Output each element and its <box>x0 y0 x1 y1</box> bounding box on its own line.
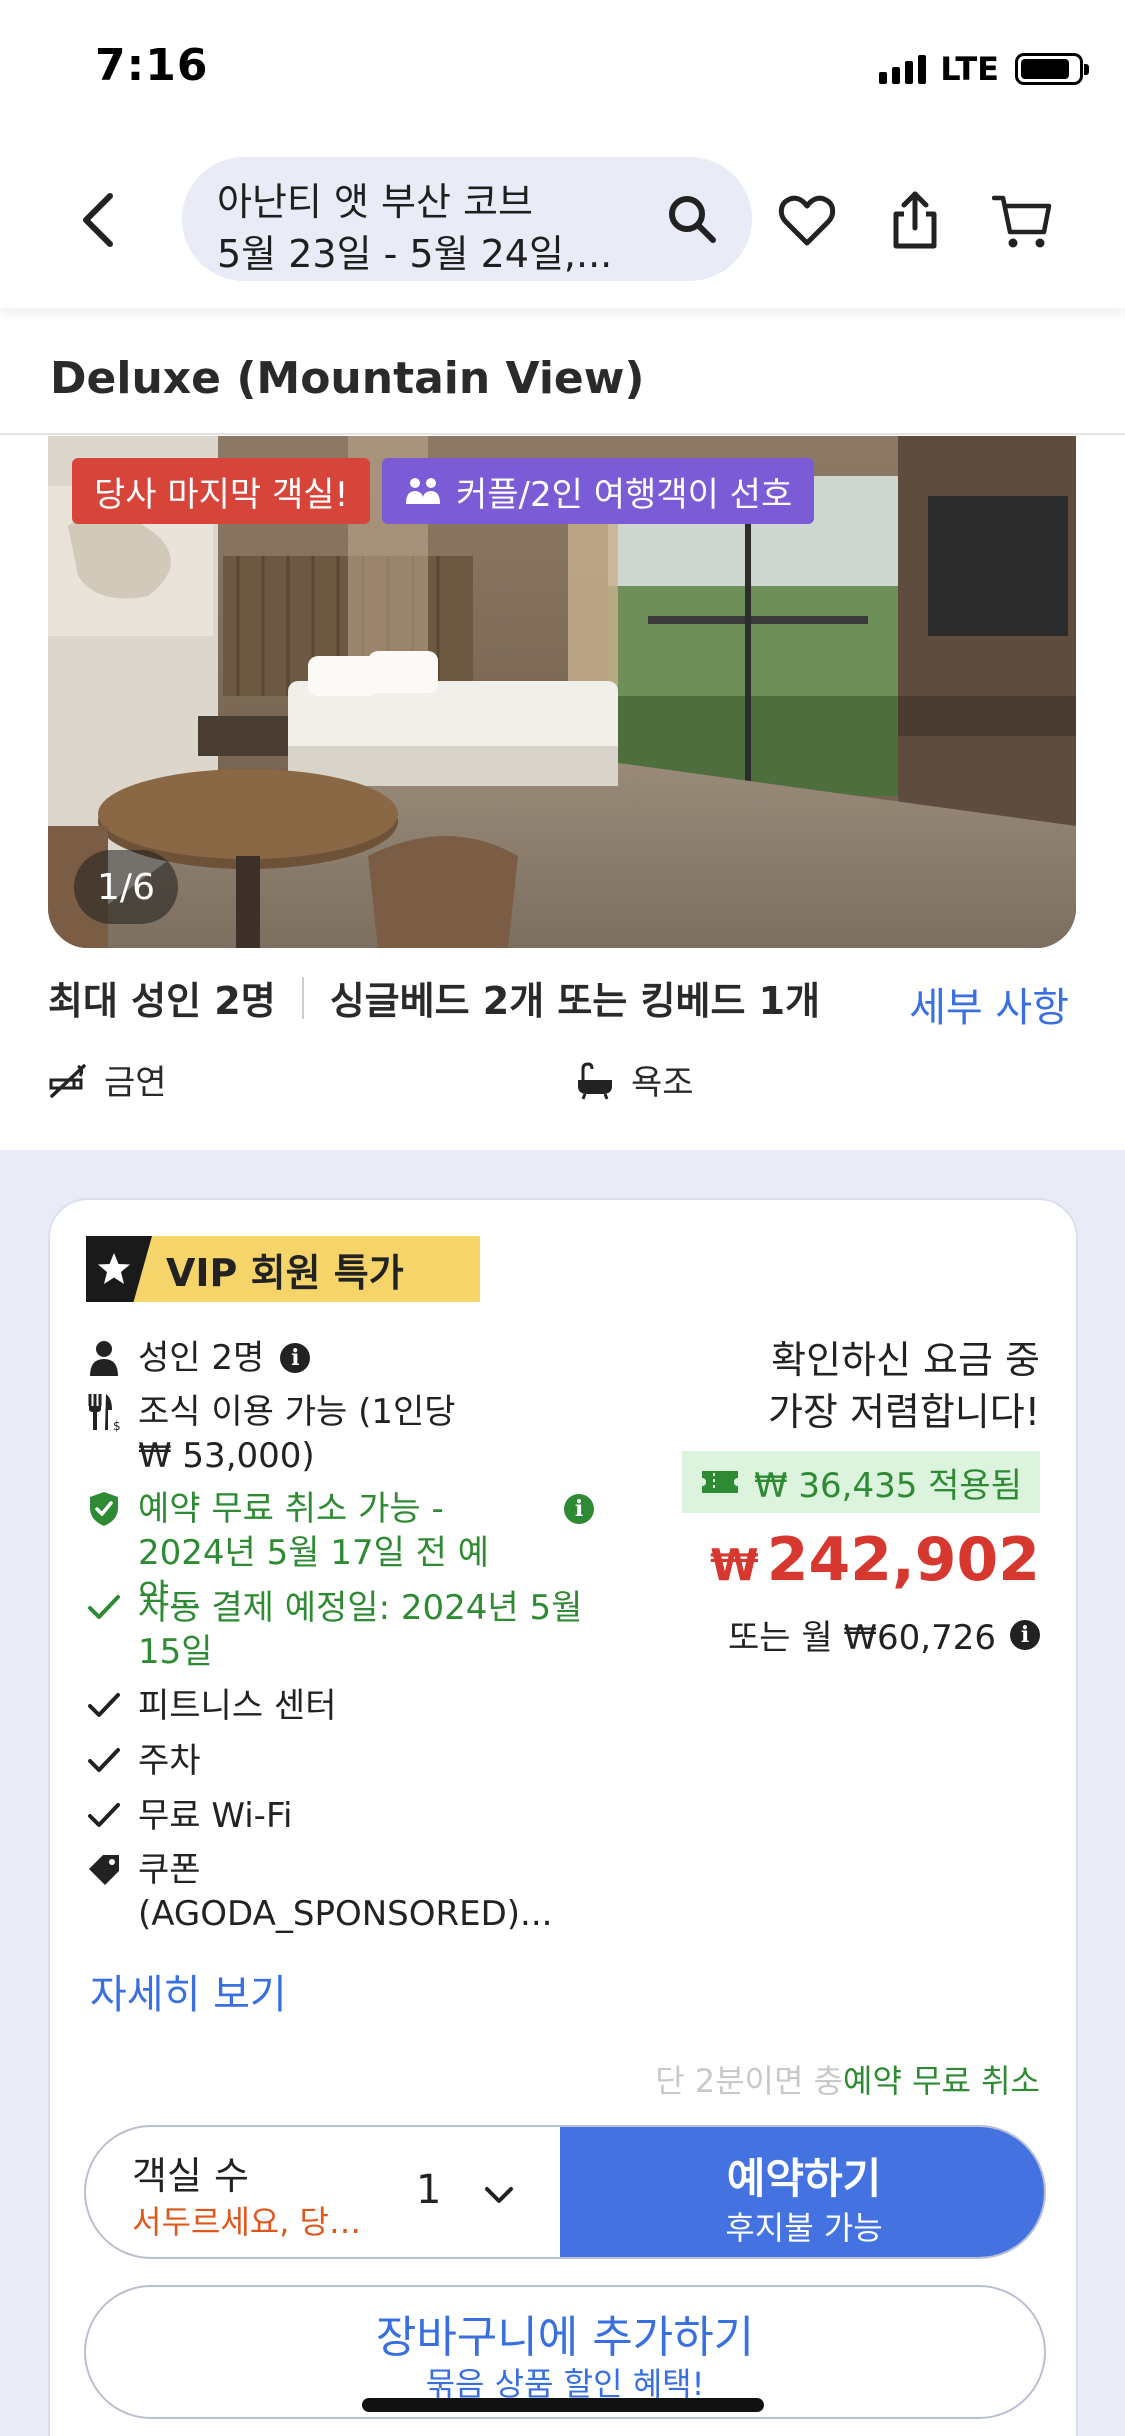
monthly-installment: 또는 월 ₩60,726 i <box>728 1610 1040 1659</box>
cancellation-ticker: 단 2분이면 충예약 무료 취소 <box>655 2056 1040 2102</box>
search-icon[interactable] <box>664 191 720 247</box>
search-summary-pill[interactable]: 아난티 앳 부산 코브 5월 23일 - 5월 24일,... <box>182 157 752 281</box>
battery-icon <box>1015 53 1089 85</box>
book-now-button[interactable]: 예약하기 후지불 가능 <box>560 2127 1044 2257</box>
discount-applied-chip: ₩ 36,435 적용됨 <box>681 1451 1040 1513</box>
price-currency: ₩ <box>710 1540 759 1591</box>
person-icon <box>90 1341 118 1376</box>
feature-auto-payment-line1: 자동 결제 예정일: 2024년 5월 <box>138 1588 583 1628</box>
amenity-no-smoking: 금연 <box>48 1055 167 1104</box>
room-count-selector[interactable]: 객실 수 서두르세요, 당신이 찾는 객실이 얼마 남지 않았어요 1 <box>86 2127 560 2257</box>
search-dates: 5월 23일 - 5월 24일,... <box>217 232 613 276</box>
heart-icon[interactable] <box>776 190 838 252</box>
signal-icon <box>879 54 927 84</box>
feature-coupon-line2: (AGODA_SPONSORED)... <box>138 1894 553 1934</box>
amenity-bathtub: 욕조 <box>575 1055 694 1104</box>
battery-level <box>1021 59 1069 79</box>
check-icon <box>88 1693 120 1717</box>
see-more-link[interactable]: 자세히 보기 <box>90 1962 287 2020</box>
feature-auto-payment: 자동 결제 예정일: 2024년 5월 15일 <box>86 1586 582 1674</box>
price: ₩242,902 <box>710 1525 1040 1595</box>
cart-icon[interactable] <box>992 190 1054 252</box>
cheapest-note-line1: 확인하신 요금 중 <box>771 1338 1040 1382</box>
divider <box>0 433 1125 435</box>
status-indicators: LTE <box>879 50 1089 88</box>
status-bar: 7:16 LTE <box>0 0 1125 140</box>
add-to-cart-label: 장바구니에 추가하기 <box>375 2312 755 2363</box>
vip-star-box <box>86 1236 152 1302</box>
booking-action-bar: 객실 수 서두르세요, 당신이 찾는 객실이 얼마 남지 않았어요 1 예약하기… <box>84 2125 1046 2259</box>
home-indicator[interactable] <box>362 2398 764 2412</box>
feature-breakfast-line2: ₩ 53,000) <box>138 1436 315 1476</box>
check-icon <box>88 1748 120 1772</box>
feature-auto-payment-line2: 15일 <box>138 1632 213 1672</box>
room-photo[interactable]: 당사 마지막 객실! 커플/2인 여행객이 선호 1/6 <box>48 436 1076 948</box>
room-count-label: 객실 수 <box>132 2154 249 2198</box>
star-icon <box>98 1253 130 1284</box>
cheapest-note-line2: 가장 저렴합니다! <box>767 1390 1040 1434</box>
network-label: LTE <box>940 50 999 88</box>
amenity-bathtub-label: 욕조 <box>631 1063 694 1103</box>
cutlery-icon: $ <box>88 1394 121 1432</box>
search-hotel-name: 아난티 앳 부산 코브 <box>217 180 533 224</box>
couple-icon <box>406 478 440 504</box>
feature-fitness: 피트니스 센터 <box>86 1684 337 1728</box>
cheapest-note: 확인하신 요금 중 가장 저렴합니다! <box>768 1334 1040 1438</box>
feature-free-cancel-line1: 예약 무료 취소 가능 - <box>138 1489 444 1529</box>
details-link[interactable]: 세부 사항 <box>909 975 1069 1033</box>
tag-icon <box>89 1855 119 1885</box>
no-smoking-icon <box>49 1063 86 1098</box>
feature-fitness-label: 피트니스 센터 <box>138 1686 337 1726</box>
scarcity-message: 서두르세요, 당신이 찾는 객실이 얼마 남지 않았어요 <box>132 2203 372 2241</box>
ticket-icon <box>701 1471 738 1493</box>
info-icon[interactable]: i <box>280 1343 311 1373</box>
couple-favorite-badge: 커플/2인 여행객이 선호 <box>382 458 815 524</box>
share-icon[interactable] <box>884 190 946 252</box>
book-now-label: 예약하기 <box>726 2154 882 2203</box>
feature-adults-label: 성인 2명 <box>138 1338 265 1378</box>
feature-breakfast-line1: 조식 이용 가능 (1인당 <box>138 1392 456 1432</box>
last-room-badge: 당사 마지막 객실! <box>72 458 371 524</box>
feature-wifi: 무료 Wi-Fi <box>86 1794 292 1838</box>
feature-parking-label: 주차 <box>138 1741 201 1781</box>
chevron-down-icon <box>485 2187 513 2203</box>
feature-coupon-line1: 쿠폰 <box>138 1850 201 1890</box>
top-nav-bar: 아난티 앳 부산 코브 5월 23일 - 5월 24일,... <box>0 140 1125 308</box>
info-icon[interactable]: i <box>564 1494 594 1524</box>
divider <box>301 976 304 1019</box>
max-guests: 최대 성인 2명 <box>48 979 276 1023</box>
feature-wifi-label: 무료 Wi-Fi <box>138 1796 293 1836</box>
room-count-value: 1 <box>416 2167 442 2213</box>
bed-options: 싱글베드 2개 또는 킹베드 1개 <box>329 979 821 1023</box>
svg-text:$: $ <box>113 1419 121 1432</box>
ticker-faded-text: 단 2분이면 충 <box>655 2062 844 2100</box>
feature-parking: 주차 <box>86 1739 201 1783</box>
offer-card: VIP 회원 특가 성인 2명 i $ 조식 이용 가능 (1인당 ₩ 53,0… <box>48 1198 1078 2436</box>
shield-check-icon <box>90 1492 118 1526</box>
room-title: Deluxe (Mountain View) <box>50 353 645 404</box>
monthly-installment-label: 또는 월 ₩60,726 <box>727 1618 996 1658</box>
vip-deal-badge: VIP 회원 특가 <box>86 1236 480 1302</box>
check-icon <box>88 1595 120 1619</box>
feature-coupon: 쿠폰 (AGODA_SPONSORED)... <box>86 1848 552 1936</box>
bathtub-icon <box>578 1061 612 1100</box>
photo-counter: 1/6 <box>74 850 178 924</box>
feature-adults: 성인 2명 i <box>86 1336 311 1380</box>
ticker-green-text: 예약 무료 취소 <box>843 2062 1040 2100</box>
couple-favorite-label: 커플/2인 여행객이 선호 <box>456 474 793 515</box>
feature-breakfast: $ 조식 이용 가능 (1인당 ₩ 53,000) <box>86 1390 456 1478</box>
room-specs: 최대 성인 2명 싱글베드 2개 또는 킹베드 1개 <box>48 970 820 1025</box>
discount-applied-label: ₩ 36,435 적용됨 <box>753 1465 1022 1506</box>
chevron-left-icon <box>83 193 113 247</box>
amenity-no-smoking-label: 금연 <box>104 1063 167 1103</box>
price-amount: 242,902 <box>766 1525 1040 1595</box>
status-time: 7:16 <box>95 40 209 91</box>
info-icon[interactable]: i <box>1010 1619 1040 1650</box>
back-button[interactable] <box>70 188 130 252</box>
pay-later-label: 후지불 가능 <box>725 2209 883 2247</box>
vip-deal-label: VIP 회원 특가 <box>166 1250 404 1295</box>
check-icon <box>88 1803 120 1827</box>
